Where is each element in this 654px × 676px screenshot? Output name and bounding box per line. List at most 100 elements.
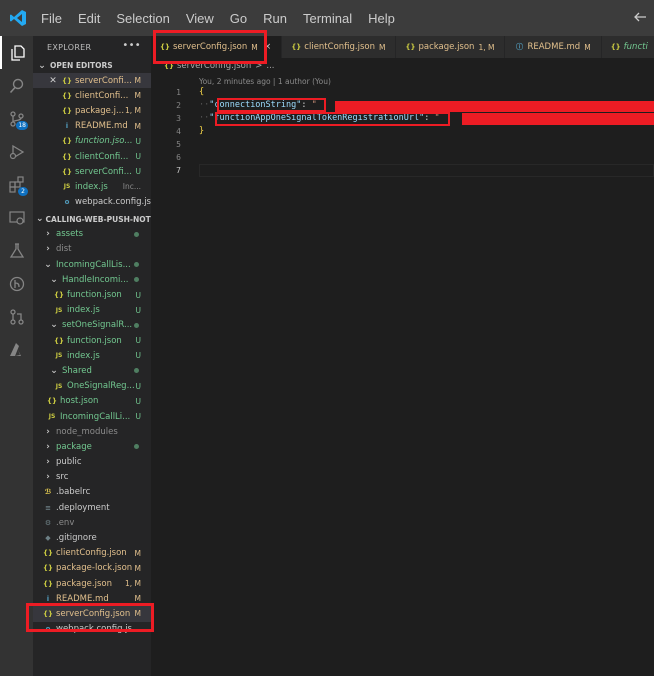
open-editor-item[interactable]: i README.md M [33,119,151,134]
tree-file[interactable]: JS index.js U [33,303,151,318]
tree-folder[interactable]: › public [33,455,151,470]
tab-label: functi [623,42,648,52]
activity-bar: 18 2 [0,36,33,676]
webpack-file-icon: o [64,198,70,207]
untracked-dot [134,322,139,328]
tree-file[interactable]: ℬ .babelrc [33,485,151,500]
js-file-icon: JS [55,352,63,360]
file-name: clientConfi... [75,151,129,162]
open-editor-item[interactable]: ✕ {} serverConfi... M [33,73,151,89]
menu-file[interactable]: File [33,11,70,26]
open-editor-item[interactable]: {} serverConfi... U [33,164,151,179]
tree-folder[interactable]: › package [33,439,151,454]
json-file-icon: {} [62,76,72,85]
tree-file[interactable]: JS index.js U [33,348,151,363]
project-section[interactable]: ⌄ CALLING-WEB-PUSH-NOTI... [33,212,151,227]
tree-folder[interactable]: ⌄ setOneSignalR... [33,318,151,333]
menu-edit[interactable]: Edit [70,11,108,26]
file-name: function.jso... [75,136,133,147]
gitlens-icon[interactable] [0,267,33,300]
git-status: M [134,121,141,131]
tree-folder[interactable]: › assets [33,227,151,242]
json-file-icon: {} [291,43,302,51]
file-name: .env [56,517,75,528]
tab-label: package.json [418,42,475,52]
open-editor-item[interactable]: {} clientConfi... M [33,88,151,103]
menu-terminal[interactable]: Terminal [295,11,360,26]
git-status: U [135,136,142,146]
close-brace: } [199,126,205,136]
line-number: 1 [176,88,181,97]
git-blame-annotation[interactable]: You, 2 minutes ago | 1 author (You) [199,77,331,86]
file-name: serverConfi... [75,75,132,86]
tree-file[interactable]: ◆ .gitignore [33,530,151,545]
code-editor[interactable]: You, 2 minutes ago | 1 author (You) 1 2 … [151,74,654,676]
tree-file[interactable]: {} function.json U [33,333,151,348]
tab-package-json[interactable]: {} package.json 1, M [396,36,506,58]
menu-view[interactable]: View [178,11,222,26]
open-editor-item[interactable]: {} function.jso... U [33,134,151,149]
chevron-right-icon: › [46,229,50,240]
folder-name: IncomingCallLis... [56,259,131,270]
explorer-sidebar: EXPLORER ••• ⌄ OPEN EDITORS ✕ {} serverC… [33,36,151,676]
open-editor-item[interactable]: {} package.j... 1, M [33,103,151,118]
json-file-icon: {} [62,152,72,161]
vscode-logo-icon [10,10,26,26]
tree-file[interactable]: JS IncomingCallLi... U [33,409,151,424]
search-icon[interactable] [0,69,33,102]
open-editors-section[interactable]: ⌄ OPEN EDITORS [33,58,151,73]
json-file-icon: {} [54,336,64,345]
line-number: 5 [176,140,181,149]
chevron-right-icon: › [46,426,50,437]
open-editor-item[interactable]: o webpack.config.js [33,195,151,210]
code-line-4: } [199,126,204,136]
tree-file[interactable]: {} host.json U [33,394,151,409]
git-status: U [135,412,142,422]
breadcrumb-more[interactable]: ... [266,61,274,71]
testing-icon[interactable] [0,234,33,267]
more-actions-icon[interactable]: ••• [122,40,141,51]
tree-file[interactable]: ⚙ .env [33,515,151,530]
tab-function[interactable]: {} functi [601,36,654,58]
open-editor-item[interactable]: {} clientConfi... U [33,149,151,164]
tree-folder[interactable]: › src [33,470,151,485]
tree-folder[interactable]: ⌄ Shared [33,363,151,378]
menu-selection[interactable]: Selection [108,11,177,26]
tree-file[interactable]: {} function.json U [33,287,151,302]
tree-file[interactable]: {} package.json 1, M [33,576,151,591]
tree-folder[interactable]: ⌄ IncomingCallLis... [33,257,151,272]
tab-label: clientConfig.json [304,42,375,52]
info-file-icon: i [46,594,50,603]
menu-run[interactable]: Run [255,11,295,26]
file-name: function.json [67,290,122,301]
git-status: U [135,305,142,315]
menu-go[interactable]: Go [222,11,255,26]
close-icon[interactable]: ✕ [47,76,59,86]
tab-readme[interactable]: ⓘ README.md M [505,36,602,58]
tree-file[interactable]: ≡ .deployment [33,500,151,515]
folder-name: src [56,472,69,483]
open-editor-item[interactable]: JS index.js Inc... [33,179,151,194]
tab-label: README.md [527,42,581,52]
explorer-icon[interactable] [0,36,33,69]
tree-file[interactable]: {} package-lock.json M [33,561,151,576]
remote-explorer-icon[interactable] [0,201,33,234]
menu-help[interactable]: Help [360,11,403,26]
git-status: 1, M [124,579,141,589]
js-file-icon: JS [48,413,56,421]
tab-client-config[interactable]: {} clientConfig.json M [282,36,397,58]
arrow-left-icon[interactable] [632,9,648,25]
tree-file[interactable]: JS OneSignalReg... U [33,379,151,394]
pull-requests-icon[interactable] [0,300,33,333]
tree-folder[interactable]: ⌄ HandleIncomi... [33,272,151,287]
title-bar: File Edit Selection View Go Run Terminal… [0,0,654,36]
azure-icon[interactable] [0,333,33,366]
tree-file[interactable]: {} clientConfig.json M [33,546,151,561]
file-name: index.js [67,305,100,316]
source-control-icon[interactable]: 18 [0,102,33,135]
tree-folder[interactable]: › node_modules [33,424,151,439]
tree-folder[interactable]: › dist [33,242,151,257]
run-debug-icon[interactable] [0,135,33,168]
json-file-icon: {} [62,137,72,146]
extensions-icon[interactable]: 2 [0,168,33,201]
